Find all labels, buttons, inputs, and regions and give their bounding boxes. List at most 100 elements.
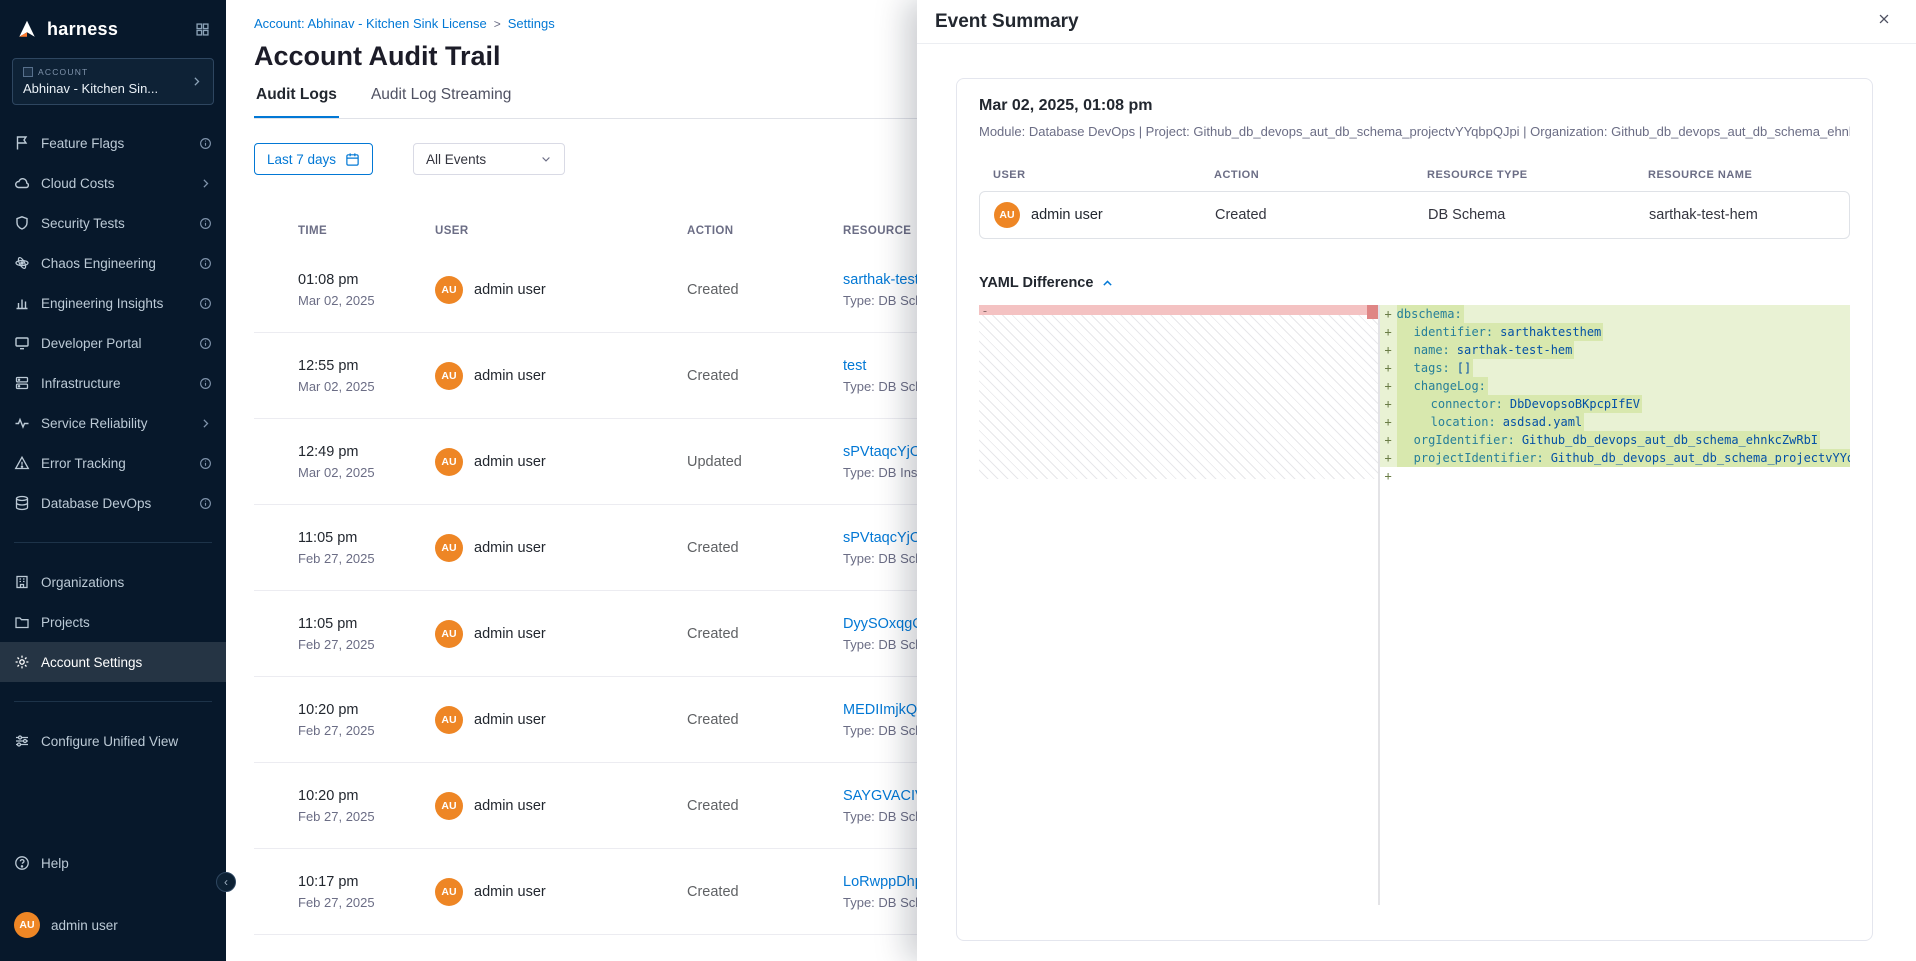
breadcrumb-account-link[interactable]: Account: Abhinav - Kitchen Sink License xyxy=(254,16,487,31)
yaml-diff-viewer: - + dbschema: + identifier:sarthaktesthe… xyxy=(979,305,1850,905)
event-timestamp: Mar 02, 2025, 01:08 pm xyxy=(979,97,1850,115)
sidebar-item[interactable]: Error Tracking xyxy=(0,443,226,483)
info-icon[interactable] xyxy=(199,337,212,350)
diff-plus-marker: + xyxy=(1380,467,1397,485)
user-avatar: AU xyxy=(14,912,40,938)
diff-minus-marker: - xyxy=(979,305,991,317)
diff-added-line: + xyxy=(1380,467,1850,485)
user-avatar: AU xyxy=(435,276,463,304)
infrastructure-icon xyxy=(14,375,30,391)
action-label: Created xyxy=(1215,207,1428,223)
module-grid-icon[interactable] xyxy=(195,22,210,37)
sidebar-item[interactable]: Account Settings xyxy=(0,642,226,682)
sidebar-item[interactable]: Chaos Engineering xyxy=(0,243,226,283)
diff-plus-marker: + xyxy=(1380,413,1397,431)
breadcrumb-settings-link[interactable]: Settings xyxy=(508,16,555,31)
event-date: Mar 02, 2025 xyxy=(298,379,435,394)
event-card: Mar 02, 2025, 01:08 pm Module: Database … xyxy=(956,78,1873,941)
action-label: Created xyxy=(687,540,843,556)
event-time: 12:49 pm xyxy=(298,444,435,460)
sidebar-item-label: Service Reliability xyxy=(41,416,188,431)
sidebar-item-label: Projects xyxy=(41,615,212,630)
chevron-right-icon xyxy=(199,177,212,190)
projects-icon xyxy=(14,614,30,630)
info-icon[interactable] xyxy=(199,297,212,310)
user-avatar: AU xyxy=(435,878,463,906)
yaml-value: [] xyxy=(1457,361,1471,375)
sidebar-item[interactable]: Feature Flags xyxy=(0,123,226,163)
tab-audit-log-streaming[interactable]: Audit Log Streaming xyxy=(369,84,513,118)
sidebar-item[interactable]: Configure Unified View xyxy=(0,721,226,761)
info-icon[interactable] xyxy=(199,217,212,230)
diff-added-line: + tags:[] xyxy=(1380,359,1850,377)
sidebar-divider xyxy=(14,701,212,702)
yaml-difference-toggle[interactable]: YAML Difference xyxy=(979,275,1850,291)
action-label: Created xyxy=(687,626,843,642)
sidebar-item[interactable]: Cloud Costs xyxy=(0,163,226,203)
sidebar-item[interactable]: Infrastructure xyxy=(0,363,226,403)
info-icon[interactable] xyxy=(199,257,212,270)
event-time: 10:17 pm xyxy=(298,874,435,890)
chevron-down-icon xyxy=(540,153,552,165)
info-icon[interactable] xyxy=(199,457,212,470)
sidebar-item[interactable]: Organizations xyxy=(0,562,226,602)
event-date: Feb 27, 2025 xyxy=(298,637,435,652)
diff-added-line: + changeLog: xyxy=(1380,377,1850,395)
yaml-key: tags: xyxy=(1414,361,1450,375)
sidebar-collapse-button[interactable]: ‹ xyxy=(216,872,236,892)
action-label: Created xyxy=(687,368,843,384)
yaml-key: identifier: xyxy=(1414,325,1493,339)
sidebar-item[interactable]: Developer Portal xyxy=(0,323,226,363)
sidebar-item[interactable]: Security Tests xyxy=(0,203,226,243)
user-menu[interactable]: AU admin user xyxy=(0,905,226,945)
event-table-header: USER ACTION RESOURCE TYPE RESOURCE NAME xyxy=(979,169,1850,181)
diff-added-line: + orgIdentifier:Github_db_devops_aut_db_… xyxy=(1380,431,1850,449)
info-icon[interactable] xyxy=(199,377,212,390)
sidebar-item-label: Engineering Insights xyxy=(41,296,188,311)
sidebar-item[interactable]: Database DevOps xyxy=(0,483,226,523)
sidebar-item[interactable]: Engineering Insights xyxy=(0,283,226,323)
action-label: Created xyxy=(687,884,843,900)
column-time: TIME xyxy=(298,225,435,237)
user-avatar: AU xyxy=(435,362,463,390)
user-name: admin user xyxy=(474,540,546,556)
account-selector[interactable]: ACCOUNT Abhinav - Kitchen Sin... xyxy=(12,58,214,105)
info-icon[interactable] xyxy=(199,497,212,510)
sidebar-item-label: Chaos Engineering xyxy=(41,256,188,271)
user-name: admin user xyxy=(474,454,546,470)
sidebar: harness ACCOUNT Abhinav - Kitchen Sin...… xyxy=(0,0,226,961)
logo-text: harness xyxy=(47,19,186,40)
diff-plus-marker: + xyxy=(1380,449,1397,467)
organizations-icon xyxy=(14,574,30,590)
date-range-button[interactable]: Last 7 days xyxy=(254,143,373,175)
diff-old-pane: - xyxy=(979,305,1380,905)
breadcrumb-separator: > xyxy=(494,17,501,31)
logo-row: harness xyxy=(0,0,226,52)
action-label: Updated xyxy=(687,454,843,470)
sidebar-nav: Feature Flags Cloud Costs Security Tests xyxy=(0,123,226,761)
yaml-key: projectIdentifier: xyxy=(1414,451,1544,465)
sidebar-item-label: Error Tracking xyxy=(41,456,188,471)
sidebar-item[interactable]: Service Reliability xyxy=(0,403,226,443)
diff-added-line: + name:sarthak-test-hem xyxy=(1380,341,1850,359)
diff-added-line: + projectIdentifier:Github_db_devops_aut… xyxy=(1380,449,1850,467)
insights-icon xyxy=(14,295,30,311)
yaml-value: sarthak-test-hem xyxy=(1457,343,1573,357)
sidebar-item-label: Feature Flags xyxy=(41,136,188,151)
yaml-key: location: xyxy=(1431,415,1496,429)
user-avatar: AU xyxy=(435,706,463,734)
user-name: admin user xyxy=(51,918,212,933)
info-icon[interactable] xyxy=(199,137,212,150)
drawer-close-button[interactable] xyxy=(1870,8,1898,36)
event-time: 11:05 pm xyxy=(298,530,435,546)
sidebar-item-label: Organizations xyxy=(41,575,212,590)
column-action: ACTION xyxy=(1214,169,1427,181)
column-user: USER xyxy=(993,169,1214,181)
sidebar-item[interactable]: Projects xyxy=(0,602,226,642)
chevron-right-icon xyxy=(190,75,203,88)
tab-audit-logs[interactable]: Audit Logs xyxy=(254,84,339,118)
help-button[interactable]: Help xyxy=(0,843,226,883)
event-filter-select[interactable]: All Events xyxy=(413,143,565,175)
date-range-label: Last 7 days xyxy=(267,152,336,167)
user-avatar: AU xyxy=(435,620,463,648)
